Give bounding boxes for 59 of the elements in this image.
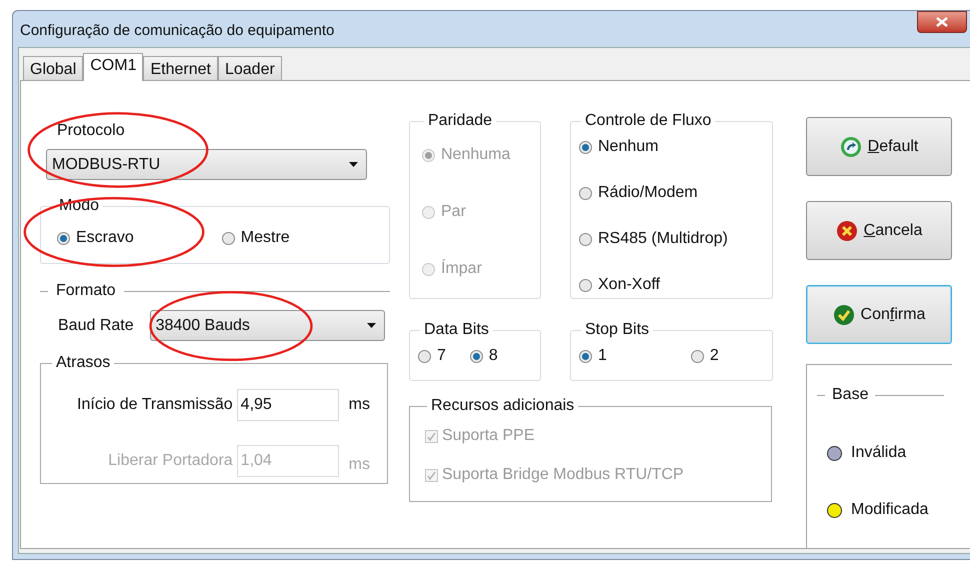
radio-label: 2 xyxy=(710,346,719,366)
legend-label: Inválida xyxy=(851,443,906,463)
cancel-icon xyxy=(836,220,858,242)
dialog-button[interactable]: Default xyxy=(806,117,952,176)
radio-button[interactable] xyxy=(579,350,592,362)
radio-label: Par xyxy=(441,202,466,222)
dialog-button[interactable]: Cancela xyxy=(806,201,952,260)
radio-button[interactable] xyxy=(579,278,592,292)
field-label: Liberar Portadora xyxy=(108,451,233,471)
radio-button[interactable] xyxy=(579,232,592,246)
radio-label: 8 xyxy=(488,346,498,366)
radio-label: Nenhum xyxy=(598,137,658,157)
radio-button[interactable] xyxy=(690,350,704,362)
unit-label: ms xyxy=(348,455,370,475)
radio-label: 1 xyxy=(598,346,607,366)
unit-label: ms xyxy=(348,395,370,415)
legend-label: Modificada xyxy=(851,500,928,520)
dropdown[interactable]: MODBUS-RTU xyxy=(46,149,367,180)
field-label: Protocolo xyxy=(57,121,126,141)
tab[interactable]: Loader xyxy=(218,56,282,80)
radio-label: 7 xyxy=(437,346,446,366)
radio-button[interactable] xyxy=(222,232,235,244)
radio-button[interactable] xyxy=(470,350,483,362)
group-title: Data Bits xyxy=(423,320,490,340)
close-icon xyxy=(936,17,948,27)
tab[interactable]: Ethernet xyxy=(143,56,218,80)
caret-icon xyxy=(349,162,358,167)
refresh-icon xyxy=(840,136,862,158)
radio-button[interactable] xyxy=(579,140,592,154)
field-label: Início de Transmissão xyxy=(77,395,233,415)
check-icon xyxy=(832,304,855,326)
group-title: Paridade xyxy=(427,111,494,131)
radio-label: Xon-Xoff xyxy=(598,275,660,295)
radio-label: RS485 (Multidrop) xyxy=(598,229,728,249)
legend-title: Base xyxy=(831,385,870,405)
group-title: Recursos adicionais xyxy=(430,396,576,416)
field-label: Baud Rate xyxy=(58,316,134,336)
caret-icon xyxy=(366,323,376,328)
group-title: Stop Bits xyxy=(584,320,650,340)
section-title: Formato xyxy=(55,281,117,301)
tab[interactable]: COM1 xyxy=(83,53,144,81)
close-button[interactable] xyxy=(917,11,967,33)
radio-label: Ímpar xyxy=(441,258,482,279)
dropdown[interactable]: 38400 Bauds xyxy=(150,310,385,341)
radio-label: Rádio/Modem xyxy=(598,183,698,203)
radio-label: Mestre xyxy=(240,228,290,248)
radio-button[interactable] xyxy=(418,350,431,362)
checkbox-label: Suporta PPE xyxy=(442,426,534,446)
tab[interactable]: Global xyxy=(23,56,84,80)
input-field[interactable]: 4,95 xyxy=(236,389,339,421)
radio-label: Escravo xyxy=(76,228,134,248)
checkbox-label: Suporta Bridge Modbus RTU/TCP xyxy=(442,465,684,485)
window-title: Configuração de comunicação do equipamento xyxy=(20,21,334,41)
radio-button[interactable] xyxy=(579,186,592,200)
radio-button[interactable] xyxy=(57,232,70,244)
dialog-button[interactable]: Confirma xyxy=(806,285,952,344)
group-title: Controle de Fluxo xyxy=(584,111,712,131)
group-title: Atrasos xyxy=(55,353,112,373)
radio-label: Nenhuma xyxy=(441,145,510,165)
